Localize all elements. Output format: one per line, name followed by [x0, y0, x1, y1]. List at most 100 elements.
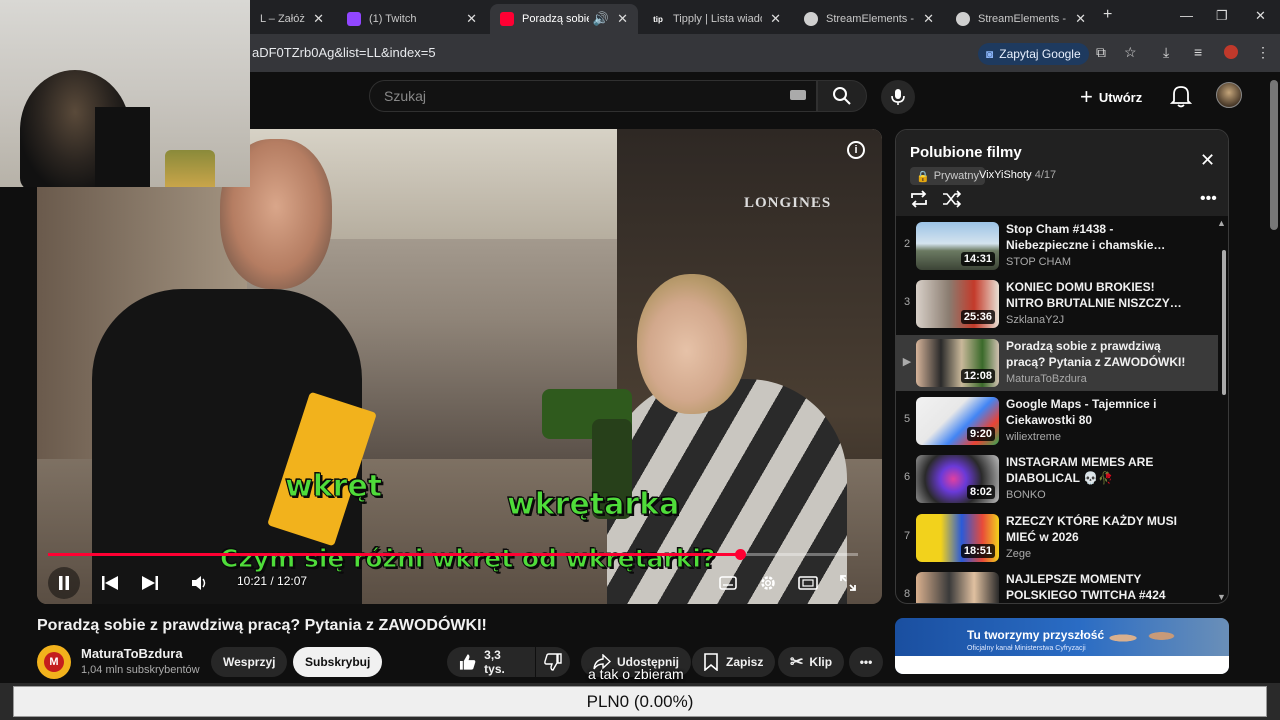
browser-tab[interactable]: StreamElements - vi ✕ — [946, 4, 1096, 34]
playlist-item-thumbnail[interactable]: 18:51 — [916, 513, 999, 562]
browser-tab[interactable]: (1) Twitch ✕ — [337, 4, 487, 34]
ad-subtext: Oficjalny kanał Ministerstwa Cyfryzacji — [967, 645, 1086, 652]
fullscreen-button[interactable] — [832, 567, 864, 599]
lens-icon: ◙ — [986, 47, 994, 61]
playlist-item-title[interactable]: Stop Cham #1438 - Niebezpieczne i chamsk… — [1006, 221, 1186, 253]
playlist-item[interactable]: 3 25:36 KONIEC DOMU BROKIES! NITRO BRUTALN… — [896, 276, 1218, 332]
progress-scrubber[interactable] — [734, 549, 746, 560]
playlist-item[interactable]: 7 18:51 RZECZY KTÓRE KAŻDY MUSI MIEĆ w 202… — [896, 510, 1218, 566]
playlist-title[interactable]: Polubione filmy — [910, 144, 1022, 161]
playlist-item-thumbnail[interactable]: 14:31 — [916, 222, 999, 270]
theater-mode-button[interactable] — [792, 567, 824, 599]
browser-menu-icon[interactable]: ⋮ — [1256, 44, 1270, 61]
settings-button[interactable] — [752, 567, 784, 599]
playlist-item-title[interactable]: Poradzą sobie z prawdziwą pracą? Pytania… — [1006, 338, 1186, 370]
playlist-menu-icon[interactable]: ••• — [1200, 190, 1217, 208]
minimize-icon[interactable]: — — [1180, 8, 1193, 23]
playlist-item-thumbnail[interactable]: 8:02 — [916, 455, 999, 504]
close-tab-icon[interactable]: ✕ — [923, 11, 934, 27]
voice-search-button[interactable] — [881, 80, 915, 114]
maximize-icon[interactable]: ❐ — [1216, 8, 1228, 24]
loop-icon[interactable] — [909, 190, 929, 208]
channel-name[interactable]: MaturaToBzdura — [81, 646, 183, 661]
playlist-owner[interactable]: VixYiShoty — [979, 169, 1032, 181]
close-tab-icon[interactable]: ✕ — [617, 11, 628, 27]
caption-word-screw: wkręt — [284, 469, 383, 505]
playlist-item[interactable]: 6 8:02 INSTAGRAM MEMES ARE DIABOLICAL 💀🥀 BO… — [896, 451, 1218, 507]
ask-google-button[interactable]: ◙ Zapytaj Google — [978, 43, 1089, 65]
url-field[interactable]: aDF0TZrb0Ag&list=LL&index=5 — [252, 45, 436, 60]
account-avatar[interactable] — [1216, 82, 1242, 108]
playlist-item-current[interactable]: ▶ 12:08 Poradzą sobie z prawdziwą pracą? P… — [896, 334, 1218, 391]
playlist-item-thumbnail[interactable] — [916, 571, 999, 603]
close-tab-icon[interactable]: ✕ — [770, 11, 781, 27]
shuffle-icon[interactable] — [942, 190, 962, 208]
playlist-item-title[interactable]: NAJLEPSZE MOMENTY POLSKIEGO TWITCHA #424 — [1006, 571, 1186, 603]
playlist-item-duration: 9:20 — [966, 426, 995, 441]
download-icon[interactable]: ⤓ — [1163, 44, 1169, 61]
subscribe-button[interactable]: Subskrybuj — [293, 647, 383, 677]
playlist-item[interactable]: 5 9:20 Google Maps - Tajemnice i Ciekawost… — [896, 393, 1218, 449]
more-actions-button[interactable]: ••• — [849, 647, 883, 677]
like-count: 3,3 tys. — [484, 648, 505, 676]
new-tab-icon[interactable]: + — [1103, 6, 1112, 24]
close-window-icon[interactable]: ✕ — [1255, 8, 1266, 24]
scroll-up-icon[interactable]: ▲ — [1217, 218, 1226, 228]
webcam-background-plant — [165, 150, 215, 187]
volume-button[interactable] — [183, 567, 215, 599]
playlist-item-title[interactable]: INSTAGRAM MEMES ARE DIABOLICAL 💀🥀 — [1006, 454, 1186, 486]
channel-avatar-letter: M — [44, 652, 64, 672]
more-icon: ••• — [859, 655, 873, 669]
playlist-scrollbar[interactable] — [1222, 250, 1226, 395]
save-button[interactable]: Zapisz — [692, 647, 776, 677]
close-playlist-icon[interactable]: ✕ — [1200, 150, 1215, 171]
playlist-item-thumbnail[interactable]: 12:08 — [916, 338, 999, 387]
playlist-item-title[interactable]: KONIEC DOMU BROKIES! NITRO BRUTALNIE NIS… — [1006, 279, 1186, 311]
close-tab-icon[interactable]: ✕ — [1075, 11, 1086, 27]
keyboard-icon[interactable] — [790, 90, 806, 100]
stream-ticker-bar: PLN0 (0.00%) — [0, 683, 1280, 720]
search-placeholder: Szukaj — [384, 88, 427, 104]
pause-button[interactable] — [48, 567, 80, 599]
video-person-woman-head — [637, 274, 747, 414]
scissors-icon: ✂ — [790, 654, 804, 671]
clip-button[interactable]: ✂ Klip — [778, 647, 845, 677]
browser-tab[interactable]: L – Załóż kon ✕ — [250, 4, 334, 34]
scroll-down-icon[interactable]: ▼ — [1217, 592, 1226, 602]
playlist-item-duration: 25:36 — [960, 310, 995, 325]
playlist-item-title[interactable]: RZECZY KTÓRE KAŻDY MUSI MIEĆ w 2026 — [1006, 513, 1186, 545]
playlist-item[interactable]: 8 NAJLEPSZE MOMENTY POLSKIEGO TWITCHA #42… — [896, 568, 1218, 603]
bookmark-star-icon[interactable]: ☆ — [1124, 44, 1137, 61]
search-input[interactable]: Szukaj — [369, 80, 817, 112]
like-button[interactable]: 3,3 tys. — [447, 647, 535, 677]
next-button[interactable] — [134, 567, 166, 599]
support-button[interactable]: Wesprzyj — [211, 647, 288, 677]
fullscreen-icon — [840, 575, 856, 591]
video-player[interactable]: LONGINES wkręt wkrętarka Czym się różni … — [37, 129, 882, 604]
dislike-button[interactable] — [536, 647, 570, 677]
browser-tab[interactable]: tip Tipply | Lista wiadom ✕ — [641, 4, 791, 34]
info-icon[interactable]: i — [847, 141, 865, 159]
ad-banner[interactable]: Tu tworzymy przyszłość Oficjalny kanał M… — [895, 618, 1229, 674]
browser-tab-active[interactable]: Poradzą sobie z pr 🔊 ✕ — [490, 4, 638, 34]
subtitles-button[interactable] — [712, 567, 744, 599]
playlist-item-thumbnail[interactable]: 25:36 — [916, 280, 999, 329]
media-control-icon[interactable]: ≡ — [1194, 44, 1202, 60]
channel-avatar[interactable]: M — [37, 645, 71, 679]
create-button[interactable]: + Utwórz — [1080, 84, 1142, 110]
playlist-item-thumbnail[interactable]: 9:20 — [916, 396, 999, 445]
playlist-item-channel: wiliextreme — [1006, 430, 1062, 443]
search-button[interactable] — [817, 80, 867, 112]
browser-tab[interactable]: StreamElements - Ov ✕ — [794, 4, 944, 34]
speaker-icon[interactable]: 🔊 — [593, 11, 609, 27]
previous-button[interactable] — [94, 567, 126, 599]
playlist-item[interactable]: 2 14:31 Stop Cham #1438 - Niebezpieczne i … — [896, 218, 1218, 274]
ad-image — [1090, 618, 1200, 658]
notifications-bell-icon[interactable] — [1170, 84, 1192, 108]
page-scrollbar[interactable] — [1270, 80, 1278, 230]
install-app-icon[interactable]: ⧉ — [1096, 44, 1106, 61]
extension-icon[interactable] — [1224, 45, 1238, 59]
close-tab-icon[interactable]: ✕ — [466, 11, 477, 27]
close-tab-icon[interactable]: ✕ — [313, 11, 324, 27]
playlist-item-title[interactable]: Google Maps - Tajemnice i Ciekawostki 80 — [1006, 396, 1186, 428]
